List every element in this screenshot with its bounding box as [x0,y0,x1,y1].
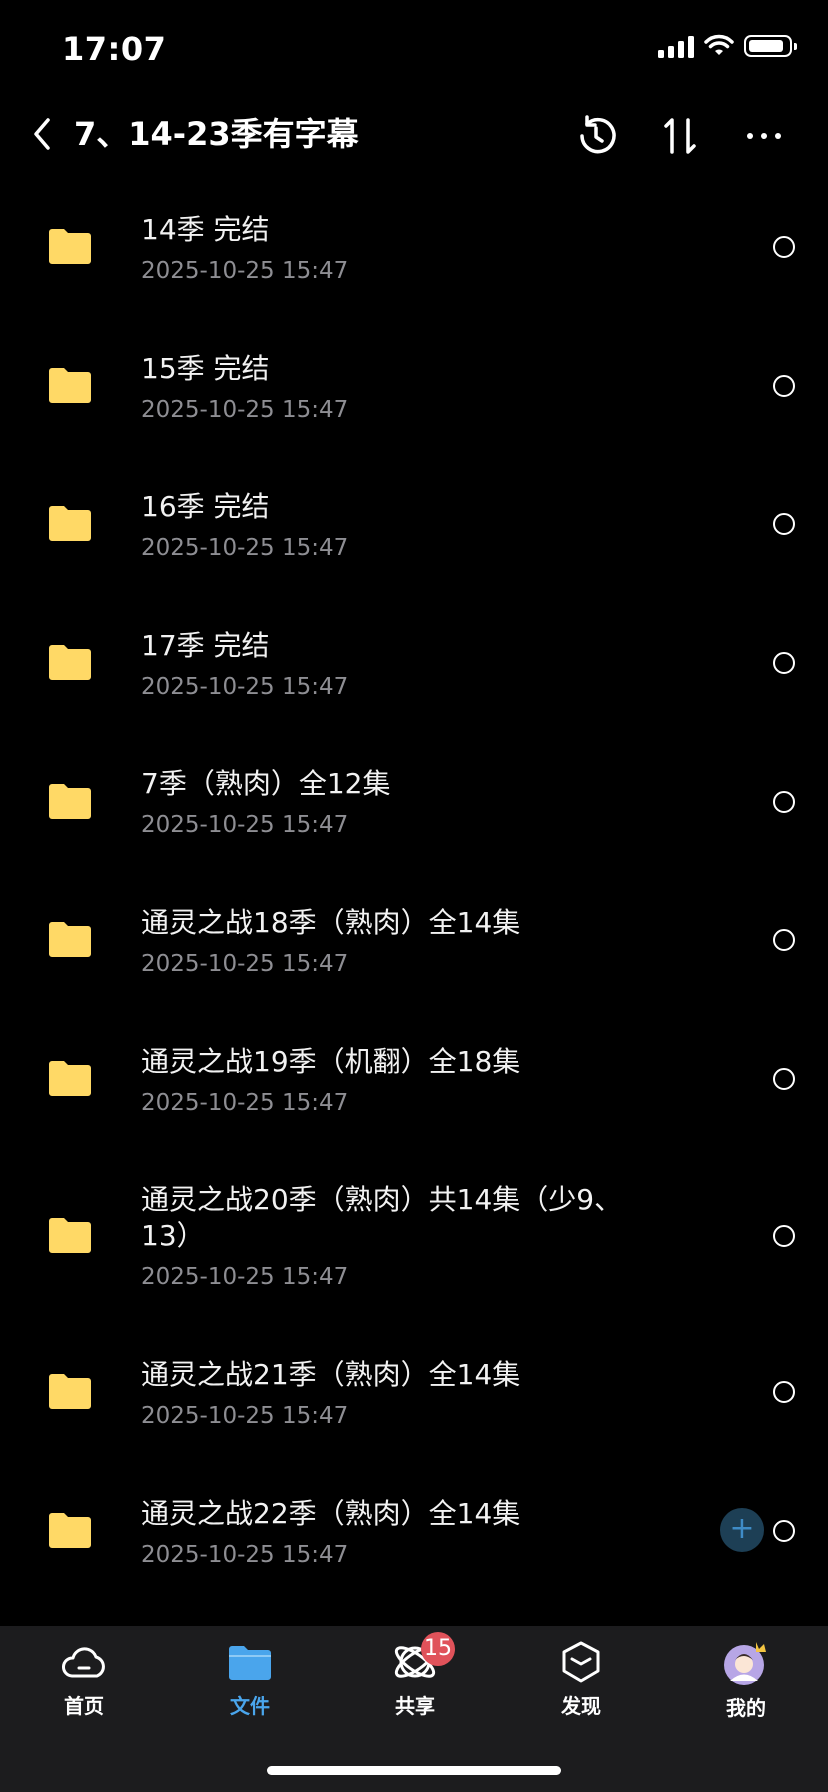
cube-icon [562,1641,600,1683]
folder-name: 14季 完结 [141,213,270,246]
select-radio[interactable] [773,1381,795,1404]
tab-label: 发现 [561,1694,601,1718]
status-time: 17:07 [62,30,167,68]
tab-share[interactable]: 15 共享 [355,1632,475,1719]
select-radio[interactable] [773,1224,795,1247]
folder-icon [49,1217,91,1253]
status-bar: 17:07 [0,0,828,100]
folder-date: 2025-10-25 15:47 [141,1541,349,1568]
sort-icon[interactable] [656,112,704,160]
folder-name: 通灵之战22季（熟肉）全14集 [141,1496,521,1530]
folder-icon [49,367,91,403]
folder-icon [229,1646,271,1680]
folder-date: 2025-10-25 15:47 [141,673,349,700]
folder-icon [49,1374,91,1410]
wifi-icon [704,34,734,55]
select-radio[interactable] [773,374,795,397]
nav-header: 7、14-23季有字幕 [0,100,828,180]
select-radio[interactable] [773,1067,795,1090]
page-title: 7、14-23季有字幕 [74,115,359,153]
folder-name: 17季 完结 [141,628,270,662]
folder-name: 通灵之战19季（机翻）全18集 [141,1044,521,1078]
tab-label: 文件 [230,1694,270,1718]
folder-row[interactable]: 15季 完结 2025-10-25 15:47 [0,317,828,456]
folder-row[interactable]: 通灵之战20季（熟肉）共14集（少9、13） 2025-10-25 15:47 [0,1148,828,1323]
folder-date: 2025-10-25 15:47 [141,950,349,977]
folder-date: 2025-10-25 15:47 [141,258,349,284]
folder-name: 16季 完结 [141,490,270,524]
folder-row[interactable]: 7季（熟肉）全12集 2025-10-25 15:47 [0,732,828,871]
folder-name: 通灵之战18季（熟肉）全14集 [141,905,521,939]
history-icon[interactable] [572,112,620,160]
folder-icon [49,506,91,542]
folder-date: 2025-10-25 15:47 [141,1089,349,1116]
folder-icon [49,783,91,819]
folder-date: 2025-10-25 15:47 [141,812,349,839]
select-radio[interactable] [773,236,795,259]
home-indicator[interactable] [267,1766,561,1775]
more-options-icon[interactable] [740,112,788,160]
folder-name: 通灵之战20季（熟肉）共14集（少9、13） [141,1183,623,1253]
folder-row[interactable]: 通灵之战22季（熟肉）全14集 2025-10-25 15:47 [0,1462,828,1601]
folder-date: 2025-10-25 15:47 [141,1264,349,1291]
tab-label: 首页 [64,1694,104,1718]
folder-row[interactable]: 14季 完结 2025-10-25 15:47 [0,178,828,317]
select-radio[interactable] [773,513,795,536]
back-arrow-icon[interactable] [28,114,58,154]
folder-date: 2025-10-25 15:47 [141,396,349,423]
folder-date: 2025-10-25 15:47 [141,535,349,562]
folder-name: 通灵之战21季（熟肉）全14集 [141,1358,521,1392]
folder-row[interactable]: 17季 完结 2025-10-25 15:47 [0,594,828,733]
folder-icon [49,922,91,958]
cloud-icon [62,1647,105,1678]
battery-icon [744,35,797,57]
folder-row[interactable]: 通灵之战18季（熟肉）全14集 2025-10-25 15:47 [0,871,828,1010]
folder-row[interactable]: 通灵之战19季（机翻）全18集 2025-10-25 15:47 [0,1010,828,1149]
folder-icon [49,1513,91,1549]
tab-discover[interactable]: 发现 [521,1640,641,1719]
folder-row[interactable]: 16季 完结 2025-10-25 15:47 [0,455,828,594]
folder-icon [49,1060,91,1096]
folder-icon [49,229,91,265]
folder-name: 7季（熟肉）全12集 [141,767,391,801]
tab-files[interactable]: 文件 [190,1640,310,1719]
system-icons [658,34,797,58]
avatar-icon [724,1642,766,1685]
tab-me[interactable]: 我的 [686,1640,806,1721]
folder-row[interactable]: 通灵之战21季（熟肉）全14集 2025-10-25 15:47 [0,1323,828,1462]
file-list: 14季 完结 2025-10-25 15:47 15季 完结 2025-10-2… [0,178,828,1600]
select-radio[interactable] [773,652,795,675]
select-radio[interactable] [773,929,795,952]
folder-icon [49,645,91,681]
tab-label: 共享 [395,1694,435,1718]
folder-name: 15季 完结 [141,351,270,385]
select-radio[interactable] [773,790,795,813]
tab-label: 我的 [726,1696,766,1720]
select-radio[interactable] [773,1520,795,1543]
tab-home[interactable]: 首页 [24,1640,144,1719]
folder-date: 2025-10-25 15:47 [141,1403,349,1430]
notification-badge: 15 [421,1632,455,1666]
add-fab-icon[interactable]: + [720,1508,764,1552]
cellular-signal-icon [658,34,694,58]
